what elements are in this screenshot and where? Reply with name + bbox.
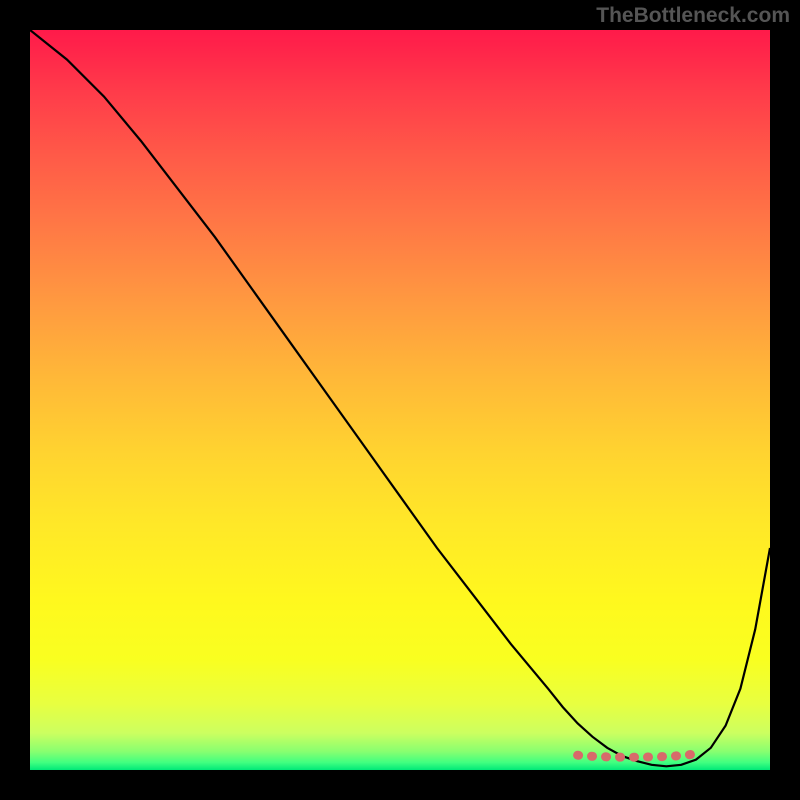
chart-plot-area [30, 30, 770, 770]
watermark-text: TheBottleneck.com [596, 4, 790, 28]
chart-svg [30, 30, 770, 770]
highlight-curve [578, 754, 696, 757]
main-curve [30, 30, 770, 766]
